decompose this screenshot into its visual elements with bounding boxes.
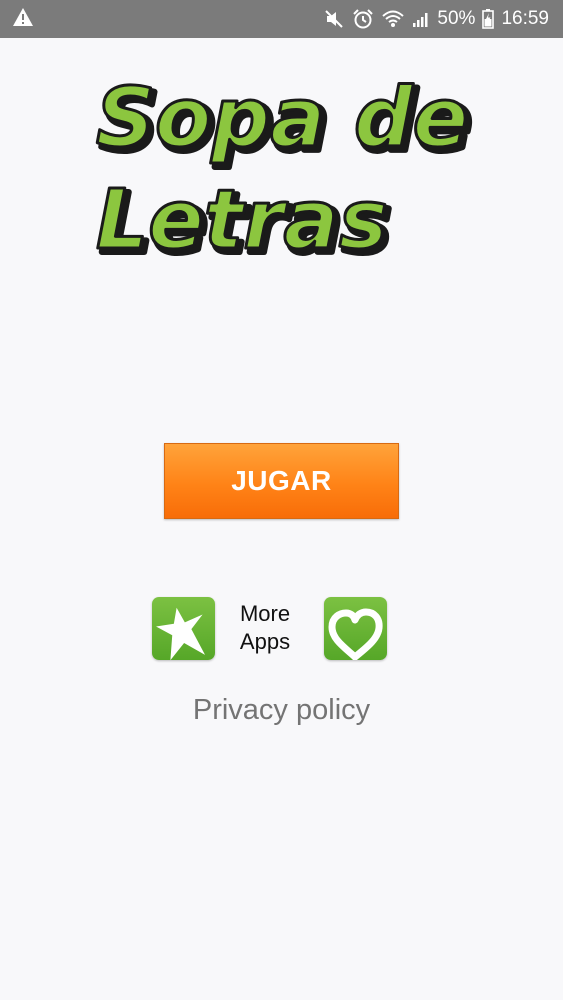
battery-icon [482, 9, 495, 29]
logo-line1: Sopa de [96, 71, 468, 166]
status-left [12, 7, 34, 32]
signal-icon [412, 10, 430, 28]
status-time: 16:59 [501, 8, 549, 29]
warning-icon [12, 7, 34, 32]
battery-percent: 50% [437, 8, 476, 29]
wifi-icon [381, 9, 405, 29]
star-icon [156, 607, 206, 660]
mute-icon [323, 8, 345, 30]
more-apps-label-line2: Apps [239, 629, 291, 654]
more-apps-star-button[interactable] [152, 597, 215, 660]
more-apps-heart-button[interactable] [324, 597, 387, 660]
alarm-icon [352, 8, 374, 30]
logo-line2: Letras [96, 173, 388, 268]
heart-icon [328, 608, 383, 660]
status-bar: 50% 16:59 [0, 0, 563, 38]
play-button[interactable]: JUGAR [164, 443, 399, 519]
more-apps-label-line1: More [239, 601, 291, 626]
privacy-policy-link[interactable]: Privacy policy [0, 694, 563, 727]
status-right: 50% 16:59 [323, 8, 549, 30]
app-logo: Sopa de Sopa de Letras Letras [95, 70, 476, 270]
more-apps-label[interactable]: More Apps [230, 600, 300, 656]
